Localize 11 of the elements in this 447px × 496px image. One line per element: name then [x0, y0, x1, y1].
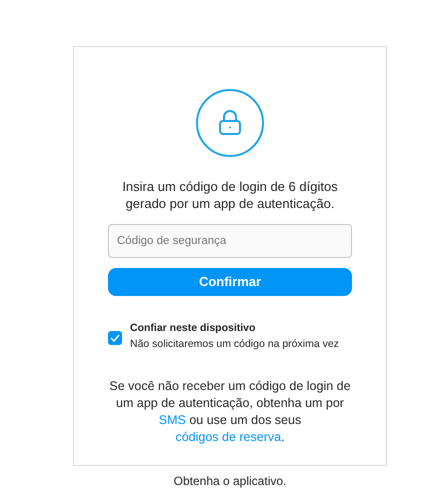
get-app-text: Obtenha o aplicativo.	[174, 474, 286, 488]
backup-codes-link[interactable]: códigos de reserva	[175, 430, 282, 444]
lock-icon	[218, 110, 242, 136]
sms-link[interactable]: SMS	[158, 413, 186, 427]
trust-device-checkbox[interactable]	[108, 331, 122, 345]
help-text: Se você não receber um código de login de um app de autenticação, obtenha um por SMS ou use um dos seus códigos de reserva.	[108, 378, 352, 446]
confirm-button[interactable]: Confirmar	[108, 268, 352, 296]
trust-device-label: Confiar neste dispositivo	[130, 321, 256, 336]
trust-device-hint: Não solicitaremos um código na próxima vez	[130, 337, 339, 352]
instruction-text: Insira um código de login de 6 dígitos gerado por um app de autenticação.	[121, 178, 339, 212]
security-code-field[interactable]: Código de segurança	[108, 224, 352, 258]
